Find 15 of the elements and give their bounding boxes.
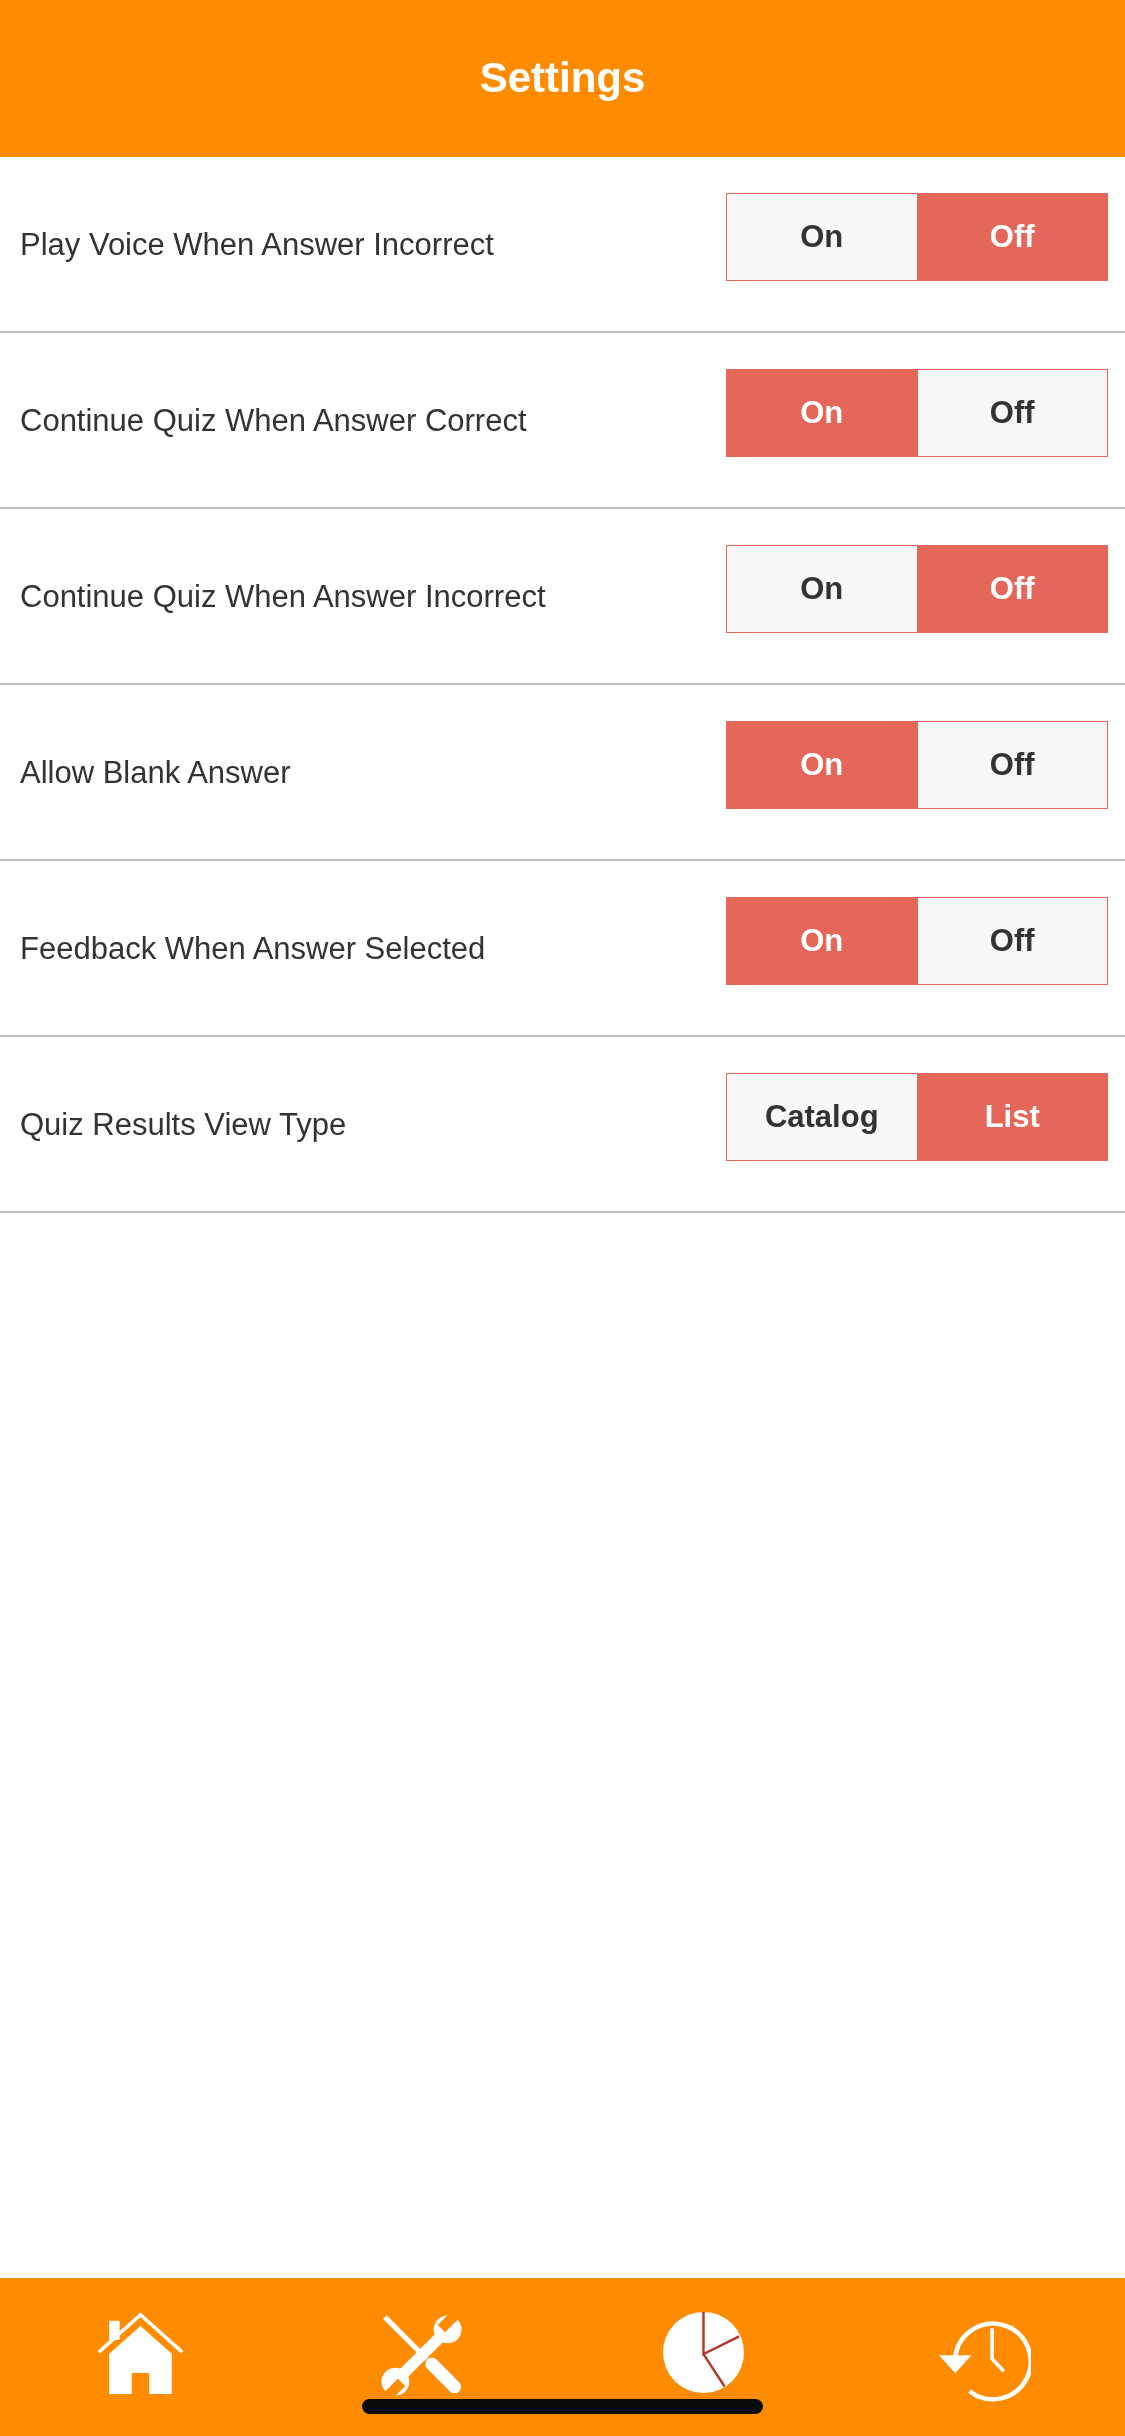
segment-option[interactable]: Off [916,370,1107,456]
segment-option[interactable]: On [727,546,917,632]
segment-option[interactable]: On [727,194,917,280]
home-icon[interactable] [97,2312,185,2394]
setting-label: Quiz Results View Type [20,1105,347,1144]
segment-option[interactable]: Catalog [727,1074,917,1160]
setting-label: Continue Quiz When Answer Correct [20,401,527,440]
setting-label: Feedback When Answer Selected [20,929,486,968]
setting-label: Continue Quiz When Answer Incorrect [20,577,546,616]
segment-option[interactable]: Off [916,722,1107,808]
setting-label: Play Voice When Answer Incorrect [20,225,494,264]
pie-chart-icon[interactable] [662,2312,744,2393]
page-title: Settings [479,53,646,104]
segment-option[interactable]: Off [916,898,1107,984]
setting-label: Allow Blank Answer [20,753,291,792]
